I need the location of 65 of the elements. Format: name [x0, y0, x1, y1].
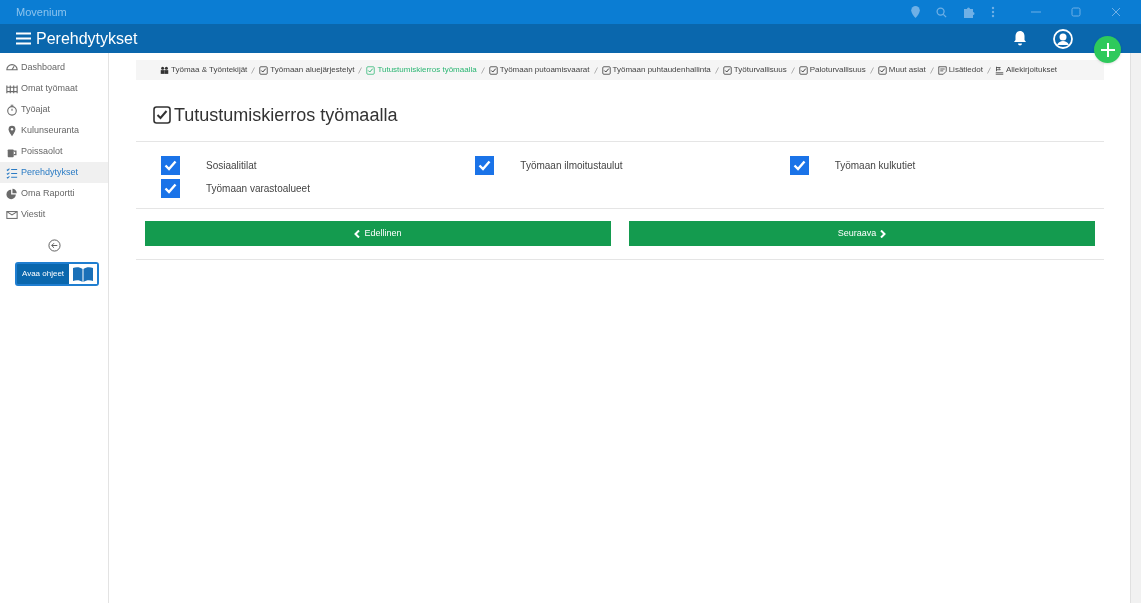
- chevron-right-icon: [880, 229, 887, 238]
- menu-icon[interactable]: [16, 32, 31, 45]
- note-icon: [937, 65, 947, 75]
- location-pin-icon: [6, 124, 18, 137]
- sidebar-item[interactable]: Poissaolot: [0, 141, 108, 162]
- sidebar-item[interactable]: Omat työmaat: [0, 78, 108, 99]
- checklist-label: Työmaan kulkutiet: [834, 159, 916, 173]
- checkbox-icon: [153, 106, 171, 124]
- separator-icon: [251, 66, 256, 74]
- separator-icon: [480, 66, 485, 74]
- separator-icon: [869, 66, 874, 74]
- checkbox[interactable]: [475, 156, 495, 175]
- breadcrumb-link[interactable]: Paloturvallisuus: [798, 64, 866, 76]
- checklist-label: Työmaan varastoalueet: [206, 182, 310, 196]
- separator-icon: [986, 66, 991, 74]
- pie-chart-icon: [6, 187, 18, 200]
- breadcrumb-link[interactable]: Lisätiedot: [937, 64, 983, 76]
- separator-icon: [593, 66, 598, 74]
- checkbox-icon: [722, 65, 732, 75]
- user-avatar-icon[interactable]: [1053, 28, 1073, 49]
- envelope-icon: [6, 208, 18, 221]
- sidebar-item[interactable]: Kulunseuranta: [0, 120, 108, 141]
- checkbox-icon: [877, 65, 887, 75]
- bell-icon[interactable]: [1013, 31, 1027, 46]
- section-title: Tutustumiskierros työmaalla: [174, 103, 398, 127]
- previous-button[interactable]: Edellinen: [145, 221, 611, 246]
- breadcrumb-link[interactable]: Työturvallisuus: [722, 64, 787, 76]
- breadcrumb-link[interactable]: Työmaan aluejärjestelyt: [259, 64, 355, 76]
- help-button[interactable]: Avaa ohjeet: [15, 262, 99, 286]
- separator-icon: [790, 66, 795, 74]
- book-icon: [73, 266, 93, 282]
- separator-icon: [929, 66, 934, 74]
- checkbox-icon: [366, 65, 376, 75]
- collapse-arrow-icon[interactable]: [47, 239, 61, 252]
- chevron-left-icon: [354, 229, 361, 238]
- checklist-icon: [6, 166, 18, 179]
- scrollbar[interactable]: [1130, 53, 1141, 603]
- checkbox-icon: [488, 65, 498, 75]
- signature-icon: [994, 65, 1004, 75]
- breadcrumb-link[interactable]: Työmaan putoamisvaarat: [488, 64, 590, 76]
- checkbox[interactable]: [161, 156, 180, 175]
- stopwatch-icon: [6, 103, 18, 116]
- breadcrumb-link[interactable]: Muut asiat: [877, 64, 926, 76]
- next-button[interactable]: Seuraava: [629, 221, 1095, 246]
- breadcrumb-link[interactable]: Allekirjoitukset: [994, 64, 1058, 76]
- people-icon: [160, 65, 169, 75]
- checklist-label: Sosiaalitilat: [206, 159, 257, 173]
- breadcrumb-link[interactable]: Työmaa & Työntekijät: [160, 64, 248, 76]
- sidebar-item[interactable]: Työajat: [0, 99, 108, 120]
- sidebar-item[interactable]: Oma Raportti: [0, 183, 108, 204]
- separator-icon: [714, 66, 719, 74]
- sidebar-item[interactable]: Viestit: [0, 204, 108, 225]
- checkbox-icon: [259, 65, 269, 75]
- checklist-label: Työmaan ilmoitustaulut: [520, 159, 623, 173]
- checkbox[interactable]: [161, 179, 180, 198]
- breadcrumb-link[interactable]: Työmaan puhtaudenhallinta: [601, 64, 711, 76]
- sidebar-item[interactable]: Perehdytykset: [0, 162, 108, 183]
- separator-icon: [358, 66, 363, 74]
- sidebar-item[interactable]: Dashboard: [0, 57, 108, 78]
- plus-icon: [1100, 42, 1115, 57]
- checkbox-icon: [601, 65, 611, 75]
- page-heading: Perehdytykset: [36, 28, 138, 49]
- checkbox[interactable]: [789, 156, 809, 175]
- window-title: Movenium: [16, 4, 67, 20]
- checkbox-icon: [798, 65, 808, 75]
